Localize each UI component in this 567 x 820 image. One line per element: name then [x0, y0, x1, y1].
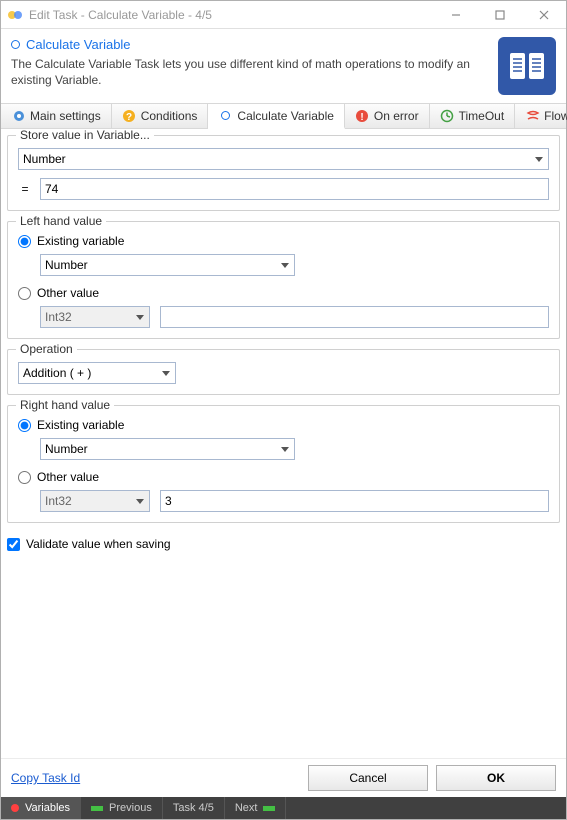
store-variable-combo[interactable] [18, 148, 549, 170]
task-icon [498, 37, 556, 95]
tab-label: Main settings [30, 109, 101, 123]
copy-task-id-link[interactable]: Copy Task Id [11, 771, 80, 785]
tab-bar: Main settings ? Conditions Calculate Var… [1, 103, 566, 129]
minimize-button[interactable] [434, 1, 478, 29]
statusbar: Variables Previous Task 4/5 Next [1, 797, 566, 819]
page-title: Calculate Variable [11, 37, 490, 52]
store-variable-input[interactable] [18, 148, 549, 170]
right-other-label: Other value [37, 470, 99, 484]
store-value-input[interactable] [40, 178, 549, 200]
left-fieldset: Left hand value Existing variable Other … [7, 221, 560, 339]
operation-combo[interactable] [18, 362, 176, 384]
tab-conditions[interactable]: ? Conditions [112, 104, 209, 128]
page-title-text: Calculate Variable [26, 37, 131, 52]
tab-timeout[interactable]: TimeOut [430, 104, 516, 128]
store-fieldset: Store value in Variable... = [7, 135, 560, 211]
left-other-label: Other value [37, 286, 99, 300]
green-bar-icon [91, 806, 103, 811]
status-label: Previous [109, 802, 152, 814]
ok-button[interactable]: OK [436, 765, 556, 791]
tab-label: Calculate Variable [237, 109, 334, 123]
content: Store value in Variable... = Left hand v… [1, 129, 566, 758]
question-icon: ? [122, 109, 137, 124]
left-other-radio[interactable] [18, 287, 31, 300]
status-variables[interactable]: Variables [1, 797, 81, 819]
error-icon: ! [355, 109, 370, 124]
operation-input[interactable] [18, 362, 176, 384]
clock-icon [440, 109, 455, 124]
maximize-button[interactable] [478, 1, 522, 29]
tab-label: Flow [544, 109, 567, 123]
left-existing-radio[interactable] [18, 235, 31, 248]
status-label: Variables [25, 802, 70, 814]
ok-label: OK [487, 771, 505, 785]
tab-label: On error [374, 109, 419, 123]
right-legend: Right hand value [16, 398, 114, 412]
close-button[interactable] [522, 1, 566, 29]
app-icon [7, 7, 23, 23]
footer: Copy Task Id Cancel OK [1, 758, 566, 797]
validate-label: Validate value when saving [26, 537, 171, 551]
operation-legend: Operation [16, 342, 77, 356]
green-bar-icon [263, 806, 275, 811]
left-variable-input[interactable] [40, 254, 295, 276]
left-other-value-input[interactable] [160, 306, 549, 328]
tab-label: TimeOut [459, 109, 505, 123]
page-description: The Calculate Variable Task lets you use… [11, 56, 490, 88]
red-dot-icon [11, 804, 19, 812]
left-variable-combo[interactable] [40, 254, 295, 276]
right-variable-combo[interactable] [40, 438, 295, 460]
titlebar: Edit Task - Calculate Variable - 4/5 [1, 1, 566, 29]
left-existing-label: Existing variable [37, 234, 124, 248]
tab-main-settings[interactable]: Main settings [1, 104, 112, 128]
tab-on-error[interactable]: ! On error [345, 104, 430, 128]
flow-icon [525, 109, 540, 124]
bullet-icon [218, 108, 233, 123]
validate-checkbox[interactable] [7, 538, 20, 551]
right-other-radio[interactable] [18, 471, 31, 484]
operation-fieldset: Operation [7, 349, 560, 395]
window: Edit Task - Calculate Variable - 4/5 Cal… [0, 0, 567, 820]
tab-flow[interactable]: Flow [515, 104, 567, 128]
tab-label: Conditions [141, 109, 198, 123]
bullet-icon [11, 40, 20, 49]
right-existing-radio[interactable] [18, 419, 31, 432]
right-existing-label: Existing variable [37, 418, 124, 432]
cancel-button[interactable]: Cancel [308, 765, 428, 791]
window-title: Edit Task - Calculate Variable - 4/5 [29, 8, 434, 22]
status-label: Task 4/5 [173, 802, 214, 814]
svg-text:?: ? [126, 112, 132, 123]
status-task[interactable]: Task 4/5 [163, 797, 225, 819]
store-legend: Store value in Variable... [16, 129, 154, 142]
status-label: Next [235, 802, 258, 814]
left-type-combo[interactable] [40, 306, 150, 328]
svg-text:!: ! [361, 112, 364, 123]
right-variable-input[interactable] [40, 438, 295, 460]
right-other-value-input[interactable] [160, 490, 549, 512]
status-previous[interactable]: Previous [81, 797, 163, 819]
left-legend: Left hand value [16, 214, 106, 228]
gear-icon [11, 109, 26, 124]
left-type-input[interactable] [40, 306, 150, 328]
tab-calculate-variable[interactable]: Calculate Variable [208, 104, 345, 129]
right-type-combo[interactable] [40, 490, 150, 512]
equals-label: = [18, 182, 32, 196]
status-next[interactable]: Next [225, 797, 287, 819]
right-type-input[interactable] [40, 490, 150, 512]
right-fieldset: Right hand value Existing variable Other… [7, 405, 560, 523]
header: Calculate Variable The Calculate Variabl… [1, 29, 566, 103]
